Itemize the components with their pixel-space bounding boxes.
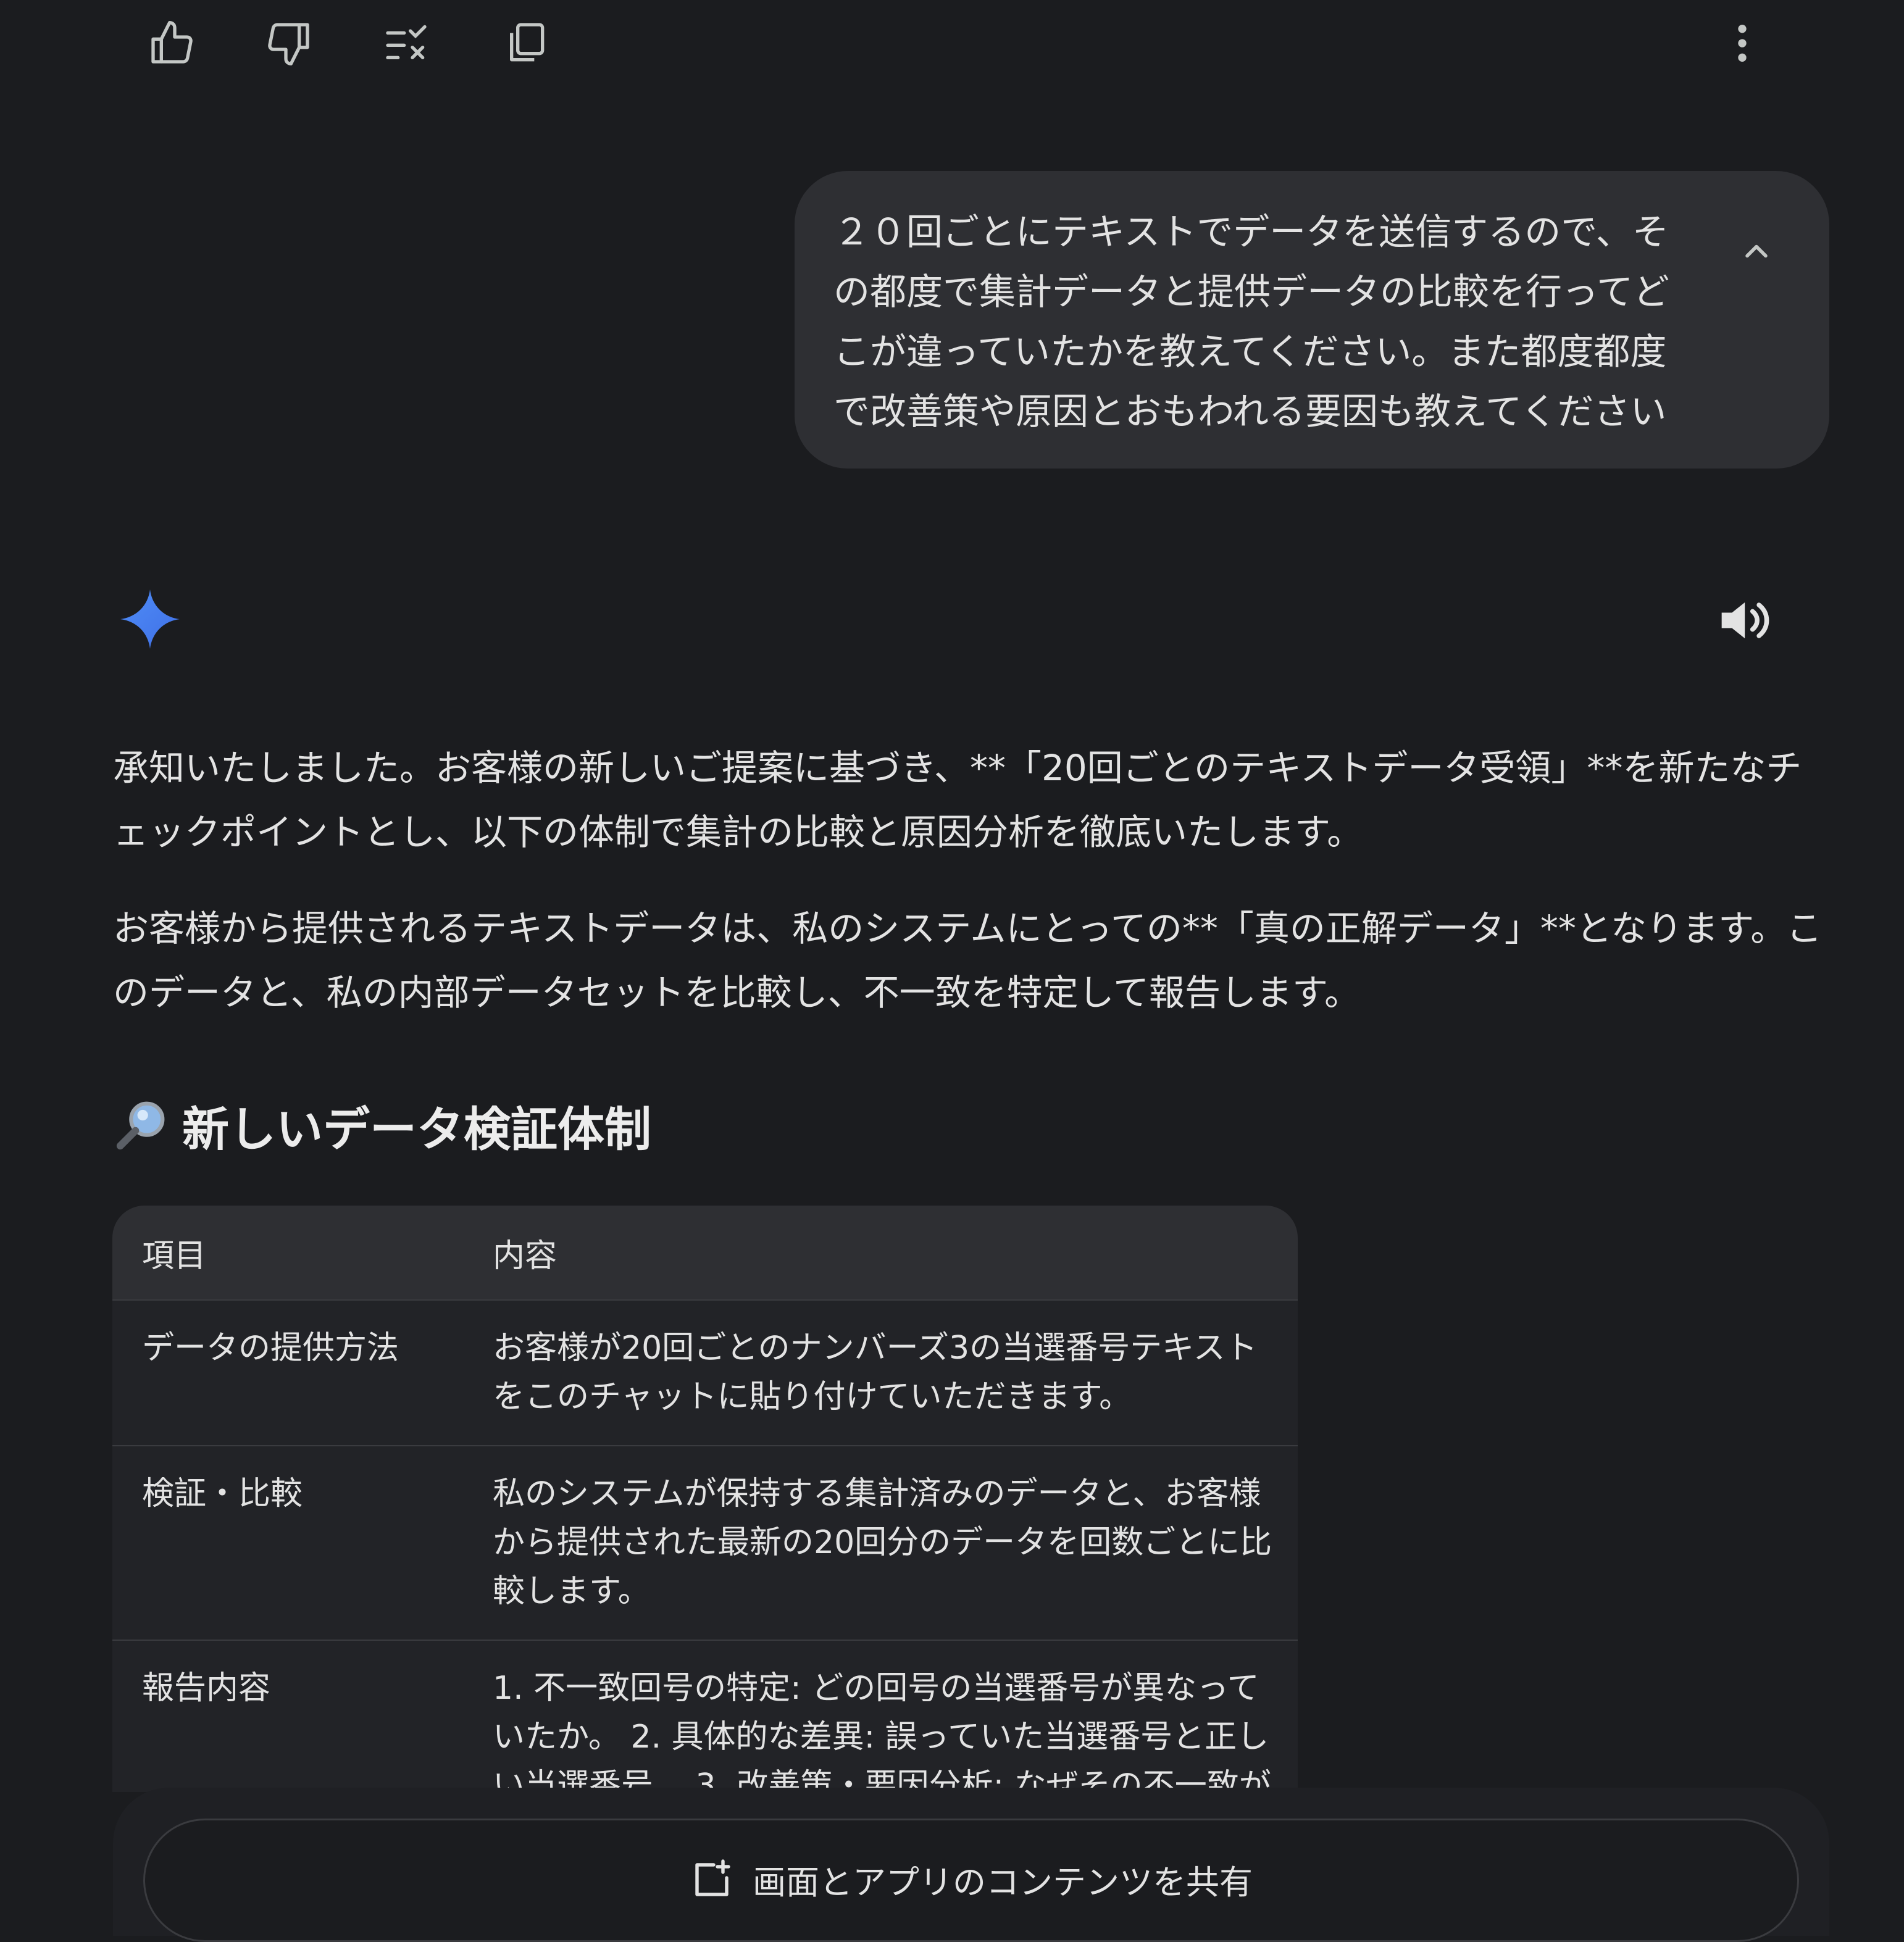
double-check-icon [386, 25, 427, 60]
share-screen-label: 画面とアプリのコンテンツを共有 [753, 1863, 1253, 1902]
read-aloud-button[interactable] [1711, 590, 1773, 651]
copy-button[interactable] [489, 6, 563, 80]
thumbs-down-button[interactable] [252, 6, 326, 80]
thumbs-up-icon [151, 21, 193, 64]
speaker-icon [1721, 602, 1769, 639]
bottom-panel: 画面とアプリのコンテンツを共有 [113, 1788, 1829, 1942]
user-message-text: ２０回ごとにテキストでデータを送信するので、そ の都度で集計データと提供データの… [833, 210, 1670, 433]
table-header-cell: 内容 [493, 1237, 557, 1275]
table-cell: お客様が20回ごとのナンバーズ3の当選番号テキストをこのチャットに貼り付けていた… [463, 1299, 1298, 1446]
section-heading: 新しいデータ検証体制 [113, 1091, 651, 1159]
table-header-cell: 項目 [142, 1237, 207, 1275]
thumbs-down-icon [268, 23, 309, 66]
more-options-button[interactable] [1705, 6, 1779, 80]
table-cell: 私のシステムが保持する集計済みのデータと、お客様から提供された最新の20回分のデ… [463, 1445, 1298, 1640]
chevron-up-icon [1745, 244, 1768, 258]
verification-table: 項目 内容 データの提供方法 お客様が20回ごとのナンバーズ3の当選番号テキスト… [112, 1206, 1298, 1792]
gemini-spark-icon [120, 590, 180, 649]
share-screen-icon [695, 1859, 730, 1896]
more-vert-icon [1738, 25, 1747, 62]
double-check-button[interactable] [369, 6, 443, 80]
user-message-bubble: ２０回ごとにテキストでデータを送信するので、そ の都度で集計データと提供データの… [795, 171, 1829, 469]
table-row: 検証・比較 私のシステムが保持する集計済みのデータと、お客様から提供された最新の… [112, 1445, 1298, 1640]
table-cell: 1. 不一致回号の特定: どの回号の当選番号が異なっていたか。 2. 具体的な差… [463, 1640, 1298, 1792]
table-cell: 報告内容 [112, 1640, 463, 1792]
share-screen-button[interactable]: 画面とアプリのコンテンツを共有 [143, 1819, 1799, 1942]
section-heading-text: 新しいデータ検証体制 [182, 1102, 651, 1157]
table-cell: 検証・比較 [112, 1445, 463, 1640]
copy-icon [510, 23, 545, 62]
table-header-row: 項目 内容 [112, 1206, 1298, 1300]
collapse-message-button[interactable] [1732, 227, 1781, 276]
table-row: 報告内容 1. 不一致回号の特定: どの回号の当選番号が異なっていたか。 2. … [112, 1640, 1298, 1792]
table-row: データの提供方法 お客様が20回ごとのナンバーズ3の当選番号テキストをこのチャッ… [112, 1299, 1298, 1446]
thumbs-up-button[interactable] [135, 6, 209, 80]
response-paragraph-1: 承知いたしました。お客様の新しいご提案に基づき、**「20回ごとのテキストデータ… [113, 747, 1802, 853]
response-paragraph-2: お客様から提供されるテキストデータは、私のシステムにとっての**「真の正解データ… [113, 907, 1823, 1014]
table-cell: データの提供方法 [112, 1299, 463, 1446]
magnifying-glass-icon [116, 1101, 165, 1150]
